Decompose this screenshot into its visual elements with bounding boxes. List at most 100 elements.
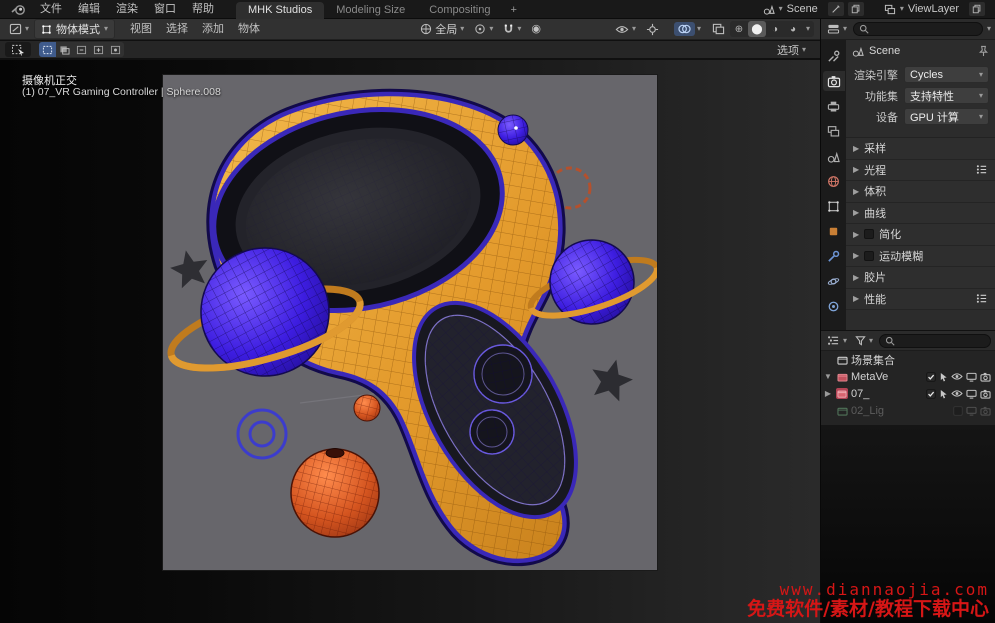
outliner-row-02lig[interactable]: 02_Lig <box>821 402 995 419</box>
workspace-tab-modeling-size[interactable]: Modeling Size <box>324 2 417 19</box>
copy-viewlayer-button[interactable] <box>969 2 985 16</box>
outliner-row-scene-collection[interactable]: 场景集合 <box>821 351 995 368</box>
snap-toggle[interactable]: ▾ <box>498 22 526 36</box>
tab-constraints[interactable] <box>823 296 845 316</box>
active-tool-select-box[interactable] <box>5 42 31 57</box>
menu-render[interactable]: 渲染 <box>108 0 146 18</box>
workspace-tab-compositing[interactable]: Compositing <box>417 2 502 19</box>
outliner-row-07[interactable]: ▶ 07_ <box>821 385 995 402</box>
disable-render-icon[interactable] <box>980 406 991 416</box>
tab-render[interactable] <box>823 71 845 91</box>
hide-viewport-icon[interactable] <box>951 389 963 398</box>
menu-view[interactable]: 视图 <box>123 20 159 38</box>
disable-viewports-icon[interactable] <box>966 406 977 416</box>
menu-edit[interactable]: 编辑 <box>70 0 108 18</box>
disable-viewports-icon[interactable] <box>966 389 977 399</box>
device-dropdown[interactable]: GPU 计算 ▾ <box>904 108 989 125</box>
show-object-types-dropdown[interactable]: ▾ <box>610 23 641 36</box>
proportional-edit-toggle[interactable]: ◉ <box>526 23 546 36</box>
menu-add[interactable]: 添加 <box>195 20 231 38</box>
section-volumes[interactable]: ▶ 体积 <box>846 181 995 203</box>
menu-object[interactable]: 物体 <box>231 20 267 38</box>
tab-tool[interactable] <box>823 46 845 66</box>
shading-options-dropdown[interactable]: ▾ <box>802 25 814 33</box>
shading-wireframe-button[interactable]: ⊕ <box>730 21 748 37</box>
topbar: 文件 编辑 渲染 窗口 帮助 MHK Studios Modeling Size… <box>0 0 995 19</box>
tab-output[interactable] <box>823 96 845 116</box>
outliner-filter-button[interactable]: ▾ <box>853 335 875 346</box>
copy-scene-button[interactable] <box>848 2 864 16</box>
properties-search-input[interactable] <box>853 22 983 36</box>
disable-render-icon[interactable] <box>980 372 991 382</box>
feature-set-dropdown[interactable]: 支持特性 ▾ <box>904 87 989 104</box>
properties-filter-dropdown[interactable]: ▾ <box>987 25 991 33</box>
render-engine-dropdown[interactable]: Cycles ▾ <box>904 66 989 83</box>
selectable-icon[interactable] <box>939 389 948 399</box>
select-mode-extend-button[interactable] <box>56 42 73 57</box>
section-motion-blur[interactable]: ▶ 运动模糊 <box>846 246 995 268</box>
select-mode-invert-button[interactable] <box>90 42 107 57</box>
tab-object[interactable] <box>823 196 845 216</box>
section-performance[interactable]: ▶ 性能 <box>846 289 995 311</box>
eye-icon <box>615 24 629 35</box>
outliner-row-metave[interactable]: ▼ MetaVe <box>821 368 995 385</box>
menu-help[interactable]: 帮助 <box>184 0 222 18</box>
menu-window[interactable]: 窗口 <box>146 0 184 18</box>
properties-editor-type-button[interactable]: ▾ <box>825 23 849 35</box>
viewport-3d[interactable]: 摄像机正交 (1) 07_VR Gaming Controller | Sphe… <box>0 60 820 623</box>
viewlayer-selector[interactable]: ▾ ViewLayer <box>878 2 965 16</box>
overlays-toggle[interactable] <box>674 22 695 36</box>
tab-modifiers[interactable] <box>823 246 845 266</box>
shading-rendered-button[interactable]: ◕ <box>784 21 802 37</box>
simplify-checkbox[interactable] <box>864 229 874 239</box>
checkbox-checked-icon[interactable] <box>926 372 936 382</box>
section-light-paths[interactable]: ▶ 光程 <box>846 160 995 182</box>
shading-material-button[interactable]: ◑ <box>766 21 784 37</box>
outliner-display-mode-button[interactable]: ▾ <box>825 335 849 346</box>
select-mode-subtract-button[interactable] <box>73 42 90 57</box>
pin-icon[interactable] <box>978 45 989 57</box>
new-scene-button[interactable] <box>828 2 844 16</box>
tool-options-dropdown[interactable]: 选项 ▾ <box>777 42 806 58</box>
tab-scene[interactable] <box>823 146 845 166</box>
section-simplify[interactable]: ▶ 简化 <box>846 224 995 246</box>
tab-world[interactable] <box>823 171 845 191</box>
disable-render-icon[interactable] <box>980 389 991 399</box>
xray-icon <box>712 23 725 35</box>
shading-solid-button[interactable]: ⬤ <box>748 21 766 37</box>
disable-viewports-icon[interactable] <box>966 372 977 382</box>
pivot-point-dropdown[interactable]: ▾ <box>469 22 498 36</box>
section-sampling[interactable]: ▶ 采样 <box>846 138 995 160</box>
chevron-right-icon: ▶ <box>853 187 859 196</box>
presets-icon[interactable] <box>976 293 988 304</box>
gizmos-toggle[interactable] <box>641 22 664 37</box>
checkbox-unchecked-icon[interactable] <box>953 406 963 416</box>
tab-view-layer[interactable] <box>823 121 845 141</box>
selectable-icon[interactable] <box>939 372 948 382</box>
select-mode-intersect-button[interactable] <box>107 42 124 57</box>
overlays-icon <box>677 23 692 35</box>
transform-orientation-dropdown[interactable]: 全局 ▾ <box>415 20 469 38</box>
section-curves[interactable]: ▶ 曲线 <box>846 203 995 225</box>
gizmo-icon <box>646 23 659 36</box>
outliner-search-input[interactable] <box>879 334 991 348</box>
presets-icon[interactable] <box>976 164 988 175</box>
section-film[interactable]: ▶ 胶片 <box>846 267 995 289</box>
collapse-toggle[interactable]: ▼ <box>823 372 833 381</box>
xray-toggle[interactable] <box>707 22 730 36</box>
workspace-tab-mhk-studios[interactable]: MHK Studios <box>236 2 324 19</box>
menu-select[interactable]: 选择 <box>159 20 195 38</box>
editor-type-button[interactable]: ▾ <box>4 22 34 36</box>
hide-viewport-icon[interactable] <box>951 372 963 381</box>
tab-physics[interactable] <box>823 271 845 291</box>
blender-logo-icon <box>8 2 28 16</box>
motion-blur-checkbox[interactable] <box>864 251 874 261</box>
checkbox-checked-icon[interactable] <box>926 389 936 399</box>
mode-dropdown[interactable]: 物体模式 ▾ <box>34 19 115 39</box>
scene-selector[interactable]: ▾ Scene <box>757 2 824 16</box>
select-mode-set-button[interactable] <box>39 42 56 57</box>
menu-file[interactable]: 文件 <box>32 0 70 18</box>
add-workspace-button[interactable]: + <box>502 2 524 19</box>
expand-toggle[interactable]: ▶ <box>823 389 833 398</box>
tab-object-data[interactable] <box>823 221 845 241</box>
